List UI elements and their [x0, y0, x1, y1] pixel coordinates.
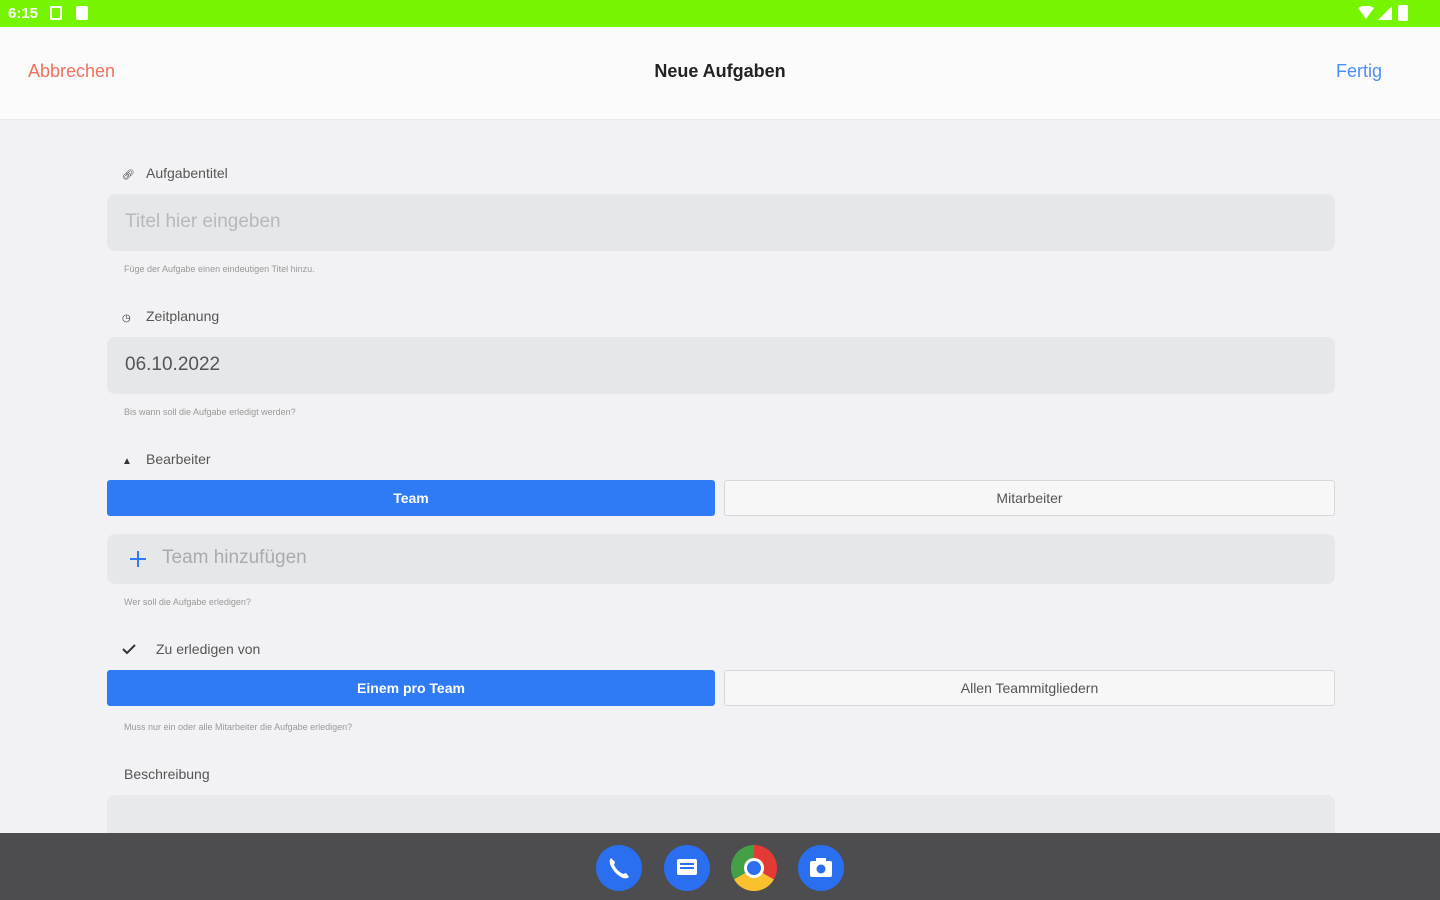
task-title-input[interactable]: Titel hier eingeben: [107, 194, 1335, 251]
add-team-label: Team hinzufügen: [162, 547, 307, 568]
schedule-date-value: 06.10.2022: [125, 354, 221, 375]
link-icon: 🔗︎: [122, 170, 135, 181]
assignee-label: ▲ Bearbeiter: [122, 451, 211, 467]
segment-team[interactable]: Team: [107, 480, 715, 516]
sd-card-icon: [76, 6, 88, 20]
description-textarea[interactable]: [107, 795, 1335, 833]
status-time: 6:15: [8, 5, 39, 22]
checkmark-icon: [122, 644, 136, 655]
segment-all-members[interactable]: Allen Teammitgliedern: [724, 670, 1335, 706]
clock-icon: ◷: [122, 313, 131, 324]
notification-icon: [50, 6, 62, 20]
battery-icon: [1398, 5, 1408, 21]
task-title-hint: Füge der Aufgabe einen eindeutigen Titel…: [124, 264, 315, 274]
assignee-hint: Wer soll die Aufgabe erledigen?: [124, 597, 251, 607]
person-icon: ▲: [122, 456, 132, 467]
done-button[interactable]: Fertig: [1336, 61, 1382, 82]
schedule-label: ◷ Zeitplanung: [122, 308, 220, 324]
completion-hint: Muss nur ein oder alle Mitarbeiter die A…: [124, 722, 353, 732]
messages-icon[interactable]: [664, 845, 710, 891]
add-team-button[interactable]: Team hinzufügen: [107, 534, 1335, 584]
segment-employee[interactable]: Mitarbeiter: [724, 480, 1335, 516]
segment-one-per-team[interactable]: Einem pro Team: [107, 670, 715, 706]
wifi-icon: [1358, 6, 1374, 19]
plus-icon: [130, 551, 146, 567]
navigation-bar: [0, 833, 1440, 900]
page-title: Neue Aufgaben: [654, 61, 786, 81]
completion-label: Zu erledigen von: [122, 641, 260, 657]
header-bar: Abbrechen Neue Aufgaben Fertig: [0, 27, 1440, 120]
phone-icon[interactable]: [596, 845, 642, 891]
schedule-date-field[interactable]: 06.10.2022: [107, 337, 1335, 394]
schedule-hint: Bis wann soll die Aufgabe erledigt werde…: [124, 407, 296, 417]
camera-icon[interactable]: [798, 845, 844, 891]
status-bar: 6:15: [0, 0, 1440, 27]
chrome-icon[interactable]: [731, 845, 777, 891]
task-title-label: 🔗︎ Aufgabentitel: [122, 165, 228, 181]
signal-icon: [1378, 6, 1392, 20]
task-title-placeholder: Titel hier eingeben: [125, 211, 281, 232]
description-label: Beschreibung: [124, 766, 210, 782]
